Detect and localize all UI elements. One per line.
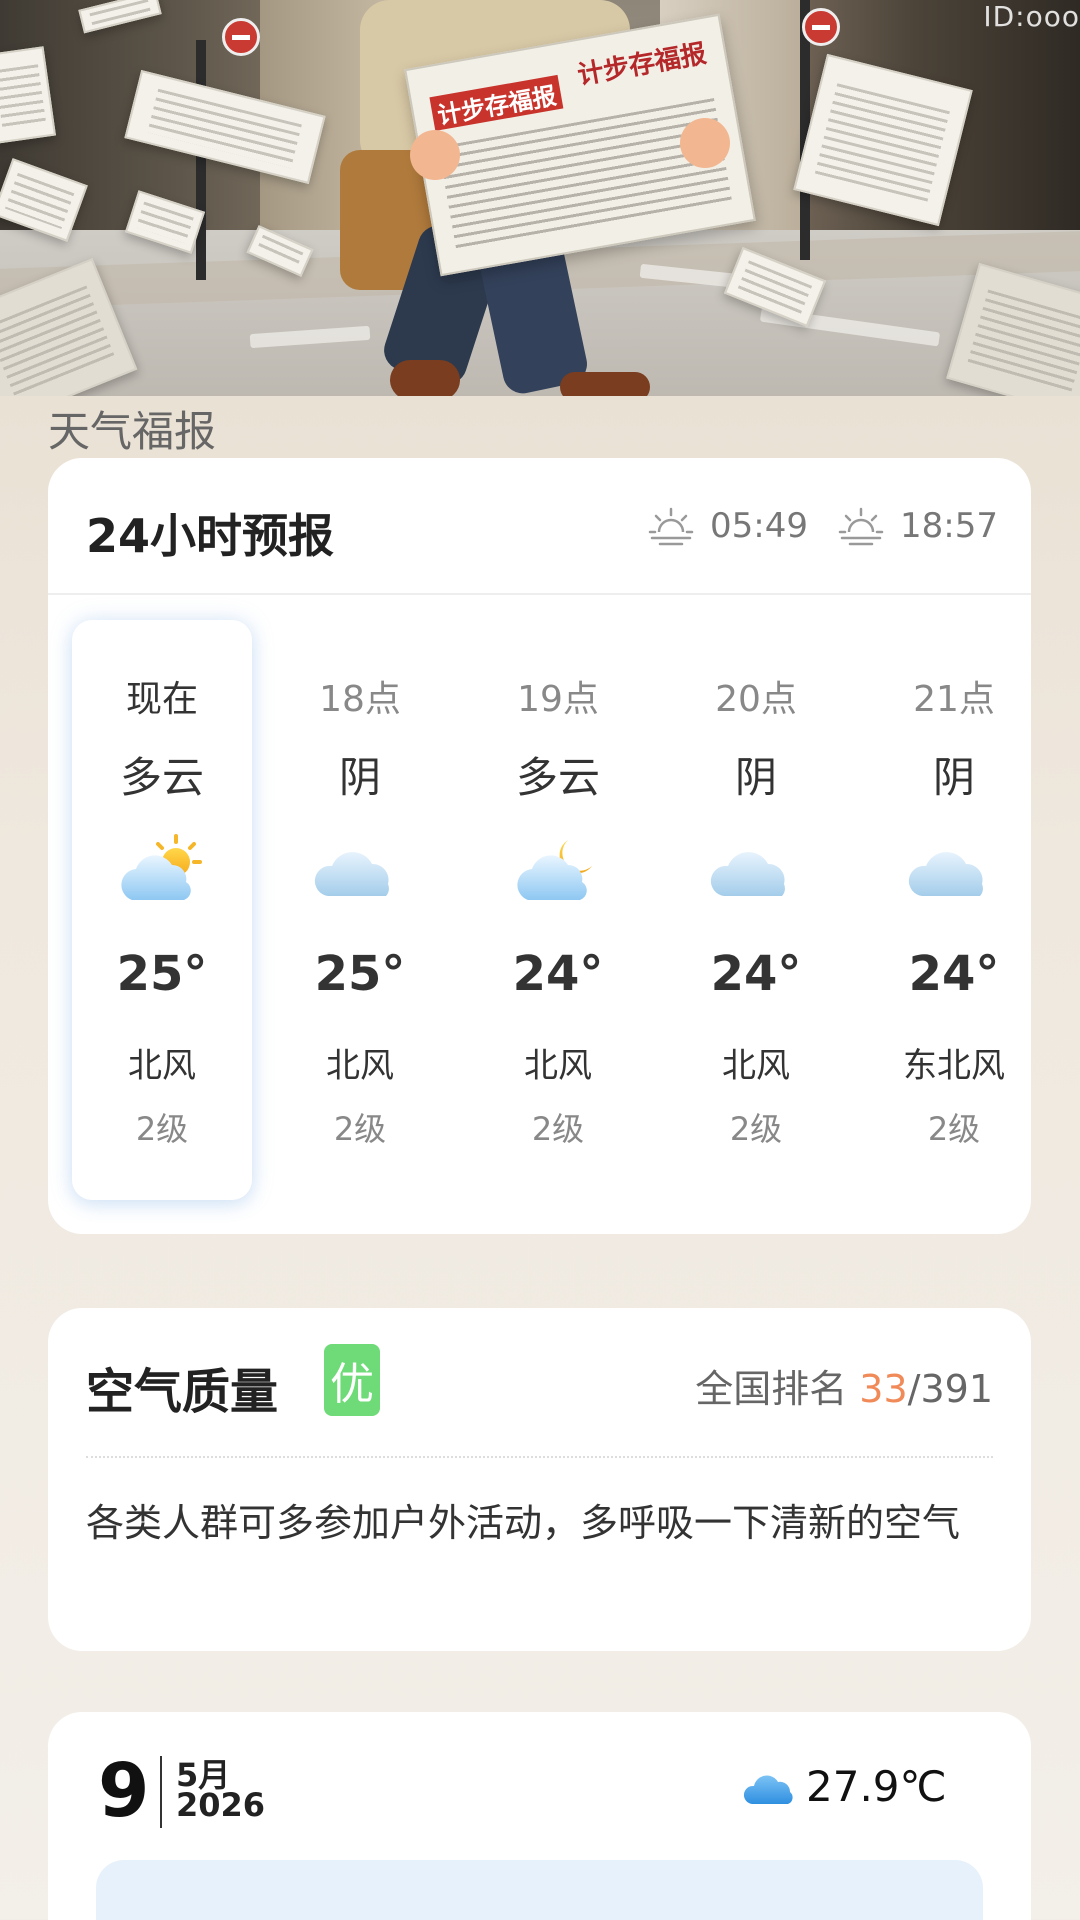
hour-time: 18点 <box>319 679 401 720</box>
hour-condition: 多云 <box>119 753 204 802</box>
hour-temperature: 25° <box>116 946 208 1002</box>
hour-wind-direction: 北风 <box>326 1046 394 1086</box>
hour-time: 现在 <box>125 679 198 720</box>
rank-label: 全国排名 <box>695 1367 848 1411</box>
hour-temperature: 25° <box>314 946 406 1002</box>
hour-condition: 阴 <box>734 753 777 802</box>
partly-cloudy-day-icon <box>121 834 202 900</box>
newspaper-title: 计步存福报 <box>429 74 564 131</box>
hour-wind-level: 2级 <box>135 1110 189 1148</box>
no-entry-sign <box>802 8 840 46</box>
sunset-info: 18:57 <box>838 506 998 546</box>
user-id-tag: ID:ooo <box>983 0 1080 33</box>
hour-temperature: 24° <box>710 946 802 1002</box>
sunrise-time: 05:49 <box>710 506 808 546</box>
dotted-divider <box>86 1456 993 1458</box>
air-quality-title: 空气质量 <box>86 1364 279 1420</box>
newspaper-title-right: 计步存福报 <box>575 38 709 92</box>
hour-time: 21点 <box>913 679 995 720</box>
hour-temperature: 24° <box>908 946 1000 1002</box>
hour-wind-level: 2级 <box>927 1110 981 1148</box>
hour-item[interactable]: 18点 阴 25° 北风 2级 <box>270 620 450 1200</box>
hour-condition: 阴 <box>932 753 975 802</box>
overcast-cloud-icon <box>908 852 983 896</box>
sunset-icon <box>838 507 884 546</box>
hour-time: 19点 <box>517 679 599 720</box>
hour-wind-level: 2级 <box>531 1110 585 1148</box>
hour-wind-direction: 北风 <box>128 1046 196 1086</box>
forecast-title: 24小时预报 <box>86 509 335 563</box>
hour-condition: 阴 <box>338 753 381 802</box>
rank-value: 33 <box>859 1367 908 1411</box>
air-quality-card[interactable]: 空气质量 优 全国排名 33/391 各类人群可多参加户外活动，多呼吸一下清新的… <box>48 1308 1031 1651</box>
hour-wind-level: 2级 <box>729 1110 783 1148</box>
sunrise-icon <box>648 507 694 546</box>
partly-cloudy-night-icon <box>517 840 592 900</box>
hour-item[interactable]: 20点 阴 24° 北风 2级 <box>666 620 846 1200</box>
sunset-time: 18:57 <box>900 506 998 546</box>
section-title: 天气福报 <box>48 407 217 456</box>
hero-banner: 计步存福报 计步存福报 ID:ooo <box>0 0 1080 396</box>
reader-illustration: 计步存福报 计步存福报 <box>320 0 756 396</box>
hour-item[interactable]: 19点 多云 24° 北风 2级 <box>468 620 648 1200</box>
hour-time: 20点 <box>715 679 797 720</box>
no-entry-sign <box>222 18 260 56</box>
air-quality-advice: 各类人群可多参加户外活动，多呼吸一下清新的空气 <box>86 1501 961 1545</box>
hourly-forecast-card: 24小时预报 05:49 18:57 现在 多云 25° 北风 2级 18点 阴… <box>48 458 1031 1234</box>
overcast-cloud-icon <box>314 852 389 896</box>
hour-wind-direction: 北风 <box>524 1046 592 1086</box>
hour-condition: 多云 <box>515 753 600 802</box>
hour-item[interactable]: 21点 阴 24° 东北风 2级 <box>864 620 1044 1200</box>
hour-item-now[interactable]: 现在 多云 25° 北风 2级 <box>72 620 252 1200</box>
air-quality-grade-badge: 优 <box>324 1344 380 1416</box>
date-year: 2026 <box>176 1786 266 1824</box>
rank-total: /391 <box>907 1367 993 1411</box>
cloud-icon <box>743 1775 793 1804</box>
date-day: 9 <box>98 1748 150 1834</box>
header-divider <box>48 593 1031 595</box>
overcast-cloud-icon <box>710 852 785 896</box>
national-rank: 全国排名 33/391 <box>695 1358 993 1413</box>
hour-wind-level: 2级 <box>333 1110 387 1148</box>
sunrise-info: 05:49 <box>648 506 808 546</box>
hour-temperature: 24° <box>512 946 604 1002</box>
notice-banner[interactable] <box>96 1860 983 1920</box>
hour-wind-direction: 东北风 <box>903 1046 1005 1086</box>
sign-pole <box>196 40 206 280</box>
date-weather-card: 9 5月 2026 27.9℃ <box>48 1712 1031 1920</box>
date-divider <box>160 1756 162 1828</box>
hour-wind-direction: 北风 <box>722 1046 790 1086</box>
current-temperature: 27.9℃ <box>806 1762 947 1811</box>
